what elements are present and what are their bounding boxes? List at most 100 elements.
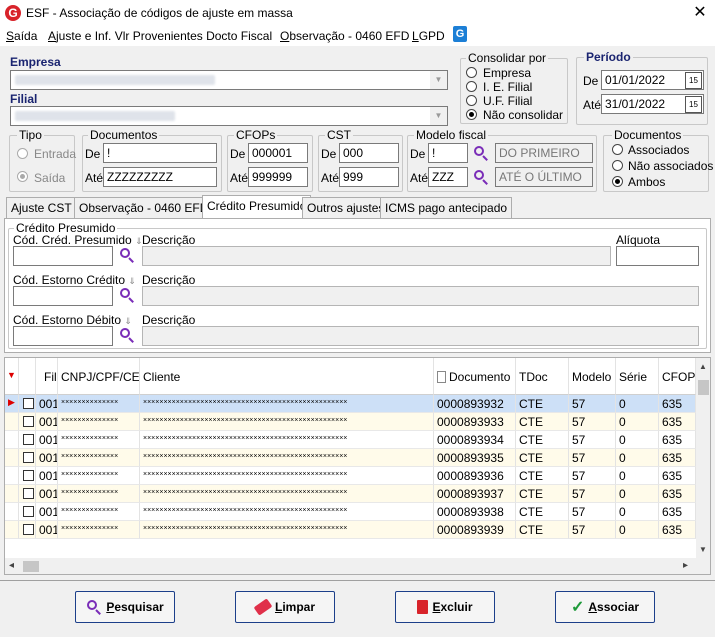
cell-cliente: ××××××××××××××××××××××××××××××××××××××××…	[140, 485, 434, 503]
consolidar-nao-label: Não consolidar	[483, 108, 564, 122]
checkbox[interactable]	[23, 488, 34, 499]
menu-ajuste[interactable]: Ajuste e Inf. Vlr Provenientes Docto Fis…	[48, 29, 272, 43]
row-checkbox[interactable]	[19, 413, 36, 431]
column-cliente[interactable]: Cliente	[140, 358, 434, 395]
associar-button[interactable]: ✓ Associar	[555, 591, 655, 623]
row-checkbox[interactable]	[19, 521, 36, 539]
row-checkbox[interactable]	[19, 449, 36, 467]
checkbox[interactable]	[23, 452, 34, 463]
table-row[interactable]: 001 ×××××××××××××× ×××××××××××××××××××××××…	[5, 431, 696, 449]
checkbox[interactable]	[23, 506, 34, 517]
table-row[interactable]: 001 ×××××××××××××× ×××××××××××××××××××××××…	[5, 521, 696, 539]
filial-select[interactable]: ▼	[10, 106, 448, 126]
documentos-nao-associados-radio[interactable]	[612, 160, 623, 171]
modelo-ate-input[interactable]: ZZZ	[428, 167, 468, 187]
consolidar-nao-radio[interactable]	[466, 109, 477, 120]
calendar-icon[interactable]: 15	[685, 96, 702, 113]
cod-estorno-debito-input[interactable]	[13, 326, 113, 346]
menu-saida[interactable]: Saída	[6, 29, 37, 43]
table-row[interactable]: 001 ×××××××××××××× ×××××××××××××××××××××××…	[5, 503, 696, 521]
hscroll-thumb[interactable]	[23, 561, 39, 572]
tipo-saida-radio[interactable]	[17, 171, 28, 182]
row-checkbox[interactable]	[19, 395, 36, 413]
checkbox[interactable]	[23, 434, 34, 445]
vertical-scrollbar[interactable]: ▲ ▼	[696, 358, 710, 558]
chevron-down-icon[interactable]: ▼	[430, 71, 447, 89]
cod-estorno-credito-input[interactable]	[13, 286, 113, 306]
tab-ajuste-cst[interactable]: Ajuste CST	[6, 197, 77, 218]
tab-observacao[interactable]: Observação - 0460 EFD	[74, 197, 214, 218]
documentos-ate-input[interactable]: ZZZZZZZZZ	[103, 167, 217, 187]
cell-tdoc: CTE	[516, 503, 569, 521]
cfops-ate-input[interactable]: 999999	[248, 167, 308, 187]
row-checkbox[interactable]	[19, 485, 36, 503]
cst-de-input[interactable]: 000	[339, 143, 399, 163]
limpar-button[interactable]: Limpar	[235, 591, 335, 623]
modelo-de-input[interactable]: !	[428, 143, 468, 163]
cst-ate-input[interactable]: 999	[339, 167, 399, 187]
search-icon[interactable]	[473, 145, 489, 161]
cell-fil: 001	[36, 413, 58, 431]
aliquota-input[interactable]	[616, 246, 699, 266]
tab-icms-pago[interactable]: ICMS pago antecipado	[380, 197, 513, 218]
cell-tdoc: CTE	[516, 395, 569, 413]
documentos-associados-radio[interactable]	[612, 144, 623, 155]
tipo-entrada-radio[interactable]	[17, 148, 28, 159]
tab-outros-ajustes[interactable]: Outros ajustes	[302, 197, 390, 218]
menu-bar: Saída Ajuste e Inf. Vlr Provenientes Doc…	[0, 26, 715, 46]
calendar-icon[interactable]: 15	[685, 72, 702, 89]
search-icon[interactable]	[119, 287, 135, 303]
search-icon[interactable]	[119, 327, 135, 343]
table-row[interactable]: 001 ×××××××××××××× ×××××××××××××××××××××××…	[5, 413, 696, 431]
search-icon[interactable]	[119, 247, 135, 263]
consolidar-uf-radio[interactable]	[466, 95, 477, 106]
close-icon[interactable]: ✕	[690, 3, 710, 23]
search-icon[interactable]	[473, 169, 489, 185]
estorno-debito-descricao-label: Descrição	[142, 313, 196, 327]
menu-observacao[interactable]: Observação - 0460 EFD	[280, 29, 409, 43]
scroll-left-icon[interactable]: ◂	[9, 560, 14, 571]
chevron-down-icon[interactable]: ▼	[430, 107, 447, 125]
periodo-group	[576, 57, 708, 125]
documentos-associados-label: Associados	[628, 143, 690, 157]
scroll-right-icon[interactable]: ▸	[683, 560, 688, 571]
row-checkbox[interactable]	[19, 431, 36, 449]
table-row[interactable]: 001 ×××××××××××××× ×××××××××××××××××××××××…	[5, 485, 696, 503]
table-row[interactable]: ▶ 001 ×××××××××××××× ××××××××××××××××××××××…	[5, 395, 696, 413]
column-modelo[interactable]: Modelo	[569, 358, 616, 395]
cell-serie: 0	[616, 413, 659, 431]
consolidar-empresa-radio[interactable]	[466, 67, 477, 78]
menu-lgpd[interactable]: LGPD	[412, 29, 445, 43]
documentos-de-input[interactable]: !	[103, 143, 217, 163]
row-checkbox[interactable]	[19, 467, 36, 485]
column-cnpj[interactable]: CNPJ/CPF/CEI	[58, 358, 140, 395]
pesquisar-button[interactable]: Pesquisar	[75, 591, 175, 623]
documentos-ambos-radio[interactable]	[612, 176, 623, 187]
cfops-de-input[interactable]: 000001	[248, 143, 308, 163]
table-row[interactable]: 001 ×××××××××××××× ×××××××××××××××××××××××…	[5, 467, 696, 485]
table-row[interactable]: 001 ×××××××××××××× ×××××××××××××××××××××××…	[5, 449, 696, 467]
scroll-up-icon[interactable]: ▲	[699, 362, 707, 371]
column-check[interactable]	[19, 358, 36, 395]
horizontal-scrollbar[interactable]: ◂ ▸	[5, 558, 710, 574]
lgpd-shield-icon[interactable]: G	[453, 26, 467, 42]
consolidar-ie-radio[interactable]	[466, 81, 477, 92]
checkbox[interactable]	[23, 398, 34, 409]
column-fil[interactable]: Fil	[36, 358, 58, 395]
column-serie[interactable]: Série	[616, 358, 659, 395]
cell-fil: 001	[36, 503, 58, 521]
scroll-thumb[interactable]	[698, 380, 709, 395]
checkbox[interactable]	[23, 416, 34, 427]
scroll-down-icon[interactable]: ▼	[699, 545, 707, 554]
empresa-select[interactable]: ▼	[10, 70, 448, 90]
column-tdoc[interactable]: TDoc	[516, 358, 569, 395]
checkbox[interactable]	[23, 524, 34, 535]
sort-indicator-icon[interactable]: ▼	[5, 358, 19, 395]
checkbox[interactable]	[23, 470, 34, 481]
column-cfop[interactable]: CFOP	[659, 358, 696, 395]
cod-cred-input[interactable]	[13, 246, 113, 266]
tab-credito-presumido[interactable]: Crédito Presumido	[202, 195, 312, 219]
column-documento[interactable]: Documento	[434, 358, 516, 395]
excluir-button[interactable]: Excluir	[395, 591, 495, 623]
row-checkbox[interactable]	[19, 503, 36, 521]
